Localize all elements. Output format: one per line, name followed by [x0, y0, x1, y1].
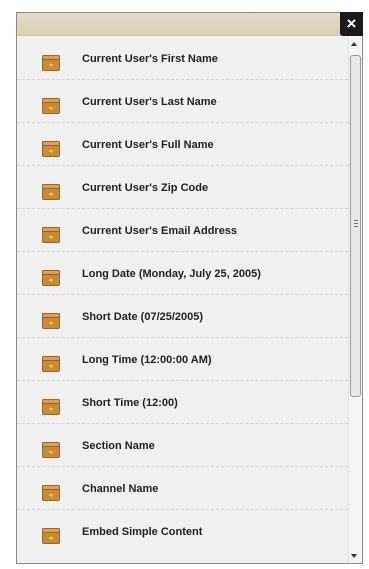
- vertical-scrollbar[interactable]: [348, 37, 362, 563]
- package-icon: [42, 442, 60, 458]
- list-item[interactable]: Embed Simple Content: [17, 510, 348, 553]
- variable-list: Current User's First Name Current User's…: [17, 37, 348, 553]
- list-item[interactable]: Current User's Zip Code: [17, 166, 348, 209]
- close-button[interactable]: ×: [340, 12, 363, 36]
- package-icon: [42, 55, 60, 71]
- list-item-label: Current User's Zip Code: [82, 182, 209, 194]
- grip-icon: [354, 220, 358, 227]
- list-item-label: Current User's Last Name: [82, 96, 217, 108]
- package-icon: [42, 399, 60, 415]
- list-item[interactable]: Short Date (07/25/2005): [17, 295, 348, 338]
- package-icon: [42, 356, 60, 372]
- insert-variable-dialog: Current User's First Name Current User's…: [16, 12, 363, 564]
- scroll-down-icon[interactable]: [351, 554, 357, 558]
- list-item-label: Short Date (07/25/2005): [82, 311, 204, 323]
- scroll-thumb[interactable]: [350, 55, 361, 397]
- package-icon: [42, 485, 60, 501]
- package-icon: [42, 141, 60, 157]
- list-item-label: Embed Simple Content: [82, 526, 203, 538]
- scroll-up-icon[interactable]: [351, 42, 357, 46]
- list-item[interactable]: Current User's Full Name: [17, 123, 348, 166]
- list-item[interactable]: Section Name: [17, 424, 348, 467]
- list-item[interactable]: Current User's Last Name: [17, 80, 348, 123]
- list-item[interactable]: Long Time (12:00:00 AM): [17, 338, 348, 381]
- list-item[interactable]: Long Date (Monday, July 25, 2005): [17, 252, 348, 295]
- list-item-label: Long Time (12:00:00 AM): [82, 354, 212, 366]
- package-icon: [42, 270, 60, 286]
- list-item-label: Section Name: [82, 440, 155, 452]
- list-item-label: Long Date (Monday, July 25, 2005): [82, 268, 261, 280]
- list-item[interactable]: Current User's Email Address: [17, 209, 348, 252]
- package-icon: [42, 528, 60, 544]
- package-icon: [42, 184, 60, 200]
- package-icon: [42, 313, 60, 329]
- list-item[interactable]: Short Time (12:00): [17, 381, 348, 424]
- package-icon: [42, 98, 60, 114]
- list-item-label: Short Time (12:00): [82, 397, 178, 409]
- list-item-label: Current User's Email Address: [82, 225, 238, 237]
- list-item[interactable]: Current User's First Name: [17, 37, 348, 80]
- list-item-label: Current User's First Name: [82, 53, 218, 65]
- list-item[interactable]: Channel Name: [17, 467, 348, 510]
- list-item-label: Current User's Full Name: [82, 139, 214, 151]
- list-item-label: Channel Name: [82, 483, 159, 495]
- package-icon: [42, 227, 60, 243]
- dialog-header: [17, 13, 362, 36]
